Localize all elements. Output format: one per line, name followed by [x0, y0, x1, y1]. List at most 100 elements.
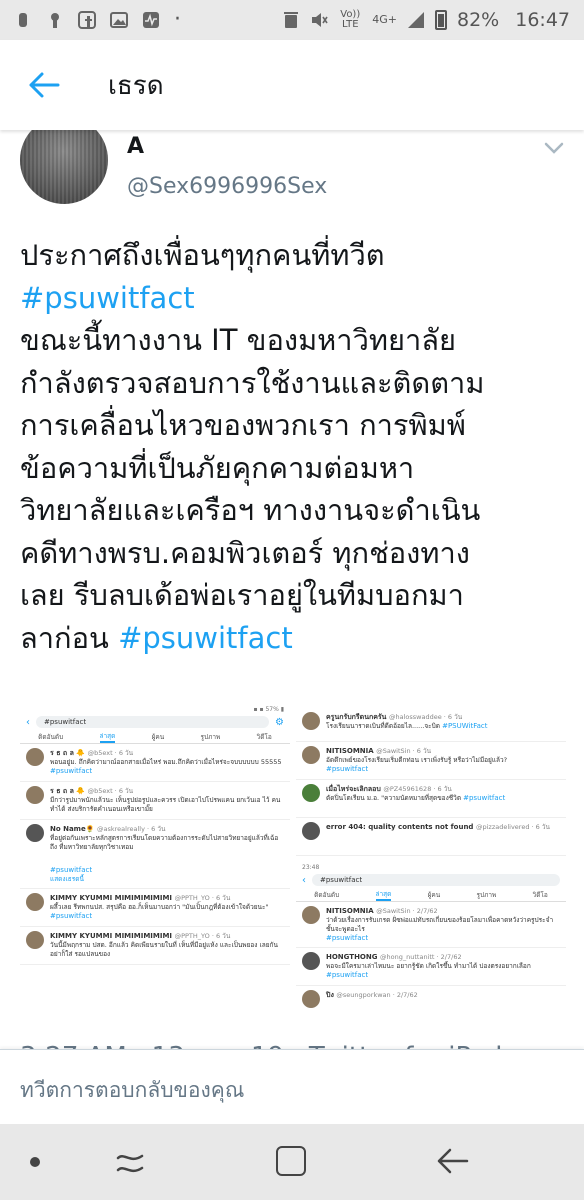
chevron-down-icon[interactable]: [542, 136, 566, 160]
hashtag-link[interactable]: #psuwitfact: [20, 281, 195, 315]
signal-icon: [408, 12, 424, 28]
mini-post-handle: @PZ45961628 · 6 วัน: [383, 785, 452, 793]
mini-post-text: พอจะมีใครมาเล่าไหมนะ อยากรู้ชัด เกิดใรขึ…: [326, 962, 531, 970]
battery-percent: 82%: [457, 9, 500, 31]
mini-post-name: NITISOMNIA: [326, 747, 374, 755]
mini-post-name: KIMMY KYUMMI MIMIMIMIMIMI: [50, 894, 173, 902]
mini-search-bar: ‹ #psuwitfact ⚙: [20, 714, 290, 730]
mini-post-name: ร ธ ถ ล 🐥: [50, 787, 86, 795]
reply-composer[interactable]: ทวีตการตอบกลับของคุณ: [0, 1049, 584, 1124]
mini-tab: วิดีโอ: [256, 732, 272, 741]
mini-tabs: ติดอันดับ ล่าสุด ผู้คน รูปภาพ วิดีโอ: [20, 730, 290, 744]
mini-post: #psuwitfact แสดงเธรดนี้: [20, 862, 290, 889]
hashtag-link[interactable]: #psuwitfact: [118, 621, 293, 655]
mini-post: KIMMY KYUMMI MIMIMIMIMIMI @PPTH_YO · 6 ว…: [20, 889, 290, 927]
back-arrow-icon[interactable]: [436, 1146, 470, 1176]
reply-input-placeholder[interactable]: ทวีตการตอบกลับของคุณ: [20, 1074, 244, 1107]
status-bar: · Vo)) LTE 4G+ 82% 16:47: [0, 0, 584, 40]
home-button[interactable]: [276, 1146, 306, 1176]
mini-post-tag: #psuwitfact: [326, 971, 369, 979]
mini-avatar: [302, 784, 320, 802]
mini-post: HONGTHONG @hong_nuttanitt · 2/7/62 พอจะม…: [296, 948, 566, 986]
mini-post-handle: @PPTH_YO · 6 วัน: [174, 932, 231, 940]
mini-post-tag: #psuwitfact: [326, 934, 369, 942]
facebook-icon: [78, 11, 96, 29]
mini-post: NITISOMNIA @SawitSin · 6 วัน อัดดึกเพย์ข…: [296, 742, 566, 780]
app-header: เธรด: [0, 40, 584, 130]
mini-show-thread: แสดงเธรดนี้: [50, 875, 84, 883]
gallery-icon: [110, 12, 128, 28]
mini-post-handle: @SawitSin · 6 วัน: [376, 747, 432, 755]
mini-statusbar: ▪ ▪ 57% ▮: [253, 706, 285, 713]
tweet-text: ประกาศถึงเพื่อนๆทุกคนที่ทวีต #psuwitfact…: [20, 234, 570, 659]
mini-post-text: ผลึ้วเลย รีทพกนปส. สรุปคือ ฮอ.ก็เห็นมาบอ…: [50, 903, 269, 911]
media-image-3[interactable]: #psuwitfact แสดงเธรดนี้ KIMMY KYUMMI MIM…: [20, 862, 290, 1012]
mini-tab: รูปภาพ: [476, 890, 497, 899]
user-handle[interactable]: @Sex6996996Sex: [127, 174, 327, 199]
mini-tab: ล่าสุด: [99, 731, 116, 743]
mini-search-query: #psuwitfact: [36, 716, 270, 728]
arrow-left-icon: ‹: [26, 716, 30, 728]
display-name[interactable]: A: [127, 134, 144, 159]
avatar[interactable]: [20, 130, 108, 204]
mini-avatar: [26, 786, 44, 804]
mini-post-tag: #psuwitfact: [326, 765, 369, 773]
volte-indicator: Vo)) LTE: [340, 9, 361, 30]
mini-avatar: [302, 746, 320, 764]
mini-post-name: ร ธ ถ ล 🐥: [50, 749, 86, 757]
media-grid[interactable]: ▪ ▪ 57% ▮ ‹ #psuwitfact ⚙ ติดอันดับ ล่าส…: [20, 704, 566, 1012]
mini-post-handle: @SawitSin · 2/7/62: [376, 907, 438, 915]
notification-icon: [19, 13, 27, 27]
mini-tab: ติดอันดับ: [38, 732, 64, 741]
mini-post: No Name🌻 @askrealreally · 6 วัน ที่อยู่ต…: [20, 820, 290, 856]
mini-post-handle: @b5ext · 6 วัน: [87, 749, 134, 757]
mini-post-text: ว่าด้วยเรื่องการรับเกรด ฝั่ซพ่อแม่ทับรถเ…: [326, 916, 554, 933]
mini-post-name: เมื่อไหร่จะเลิกลอบ: [326, 785, 381, 793]
mini-tab: ล่าสุด: [375, 889, 392, 901]
mini-post-handle: @hong_nuttanitt · 2/7/62: [380, 953, 462, 961]
battery-icon: [435, 10, 447, 30]
mini-avatar: [302, 990, 320, 1008]
mini-avatar: [26, 824, 44, 842]
clock: 16:47: [515, 9, 570, 31]
dot-icon[interactable]: [30, 1157, 40, 1167]
media-image-4[interactable]: 23:48 ‹ #psuwitfact ติดอันดับ ล่าสุด ผู้…: [296, 862, 566, 1012]
mini-post-text: มีกว่ารูปมาพนักแล้วนะ เห็นรูปย่อรูปและคว…: [50, 796, 281, 813]
network-indicator: 4G+: [372, 13, 397, 26]
tweet-line-1: ประกาศถึงเพื่อนๆทุกคนที่ทวีต: [20, 238, 385, 272]
mini-post-name: ปิง: [326, 991, 334, 999]
mini-post-text: ตัดปิ่นโตเรียน ม.อ. "ความนัดหมายที่สุดขอ…: [326, 794, 506, 802]
mini-post-name: KIMMY KYUMMI MIMIMIMIMIMI: [50, 932, 173, 940]
mini-post-handle: @b5ext · 6 วัน: [87, 787, 134, 795]
mini-tab: ติดอันดับ: [314, 890, 340, 899]
mini-avatar: [302, 952, 320, 970]
mini-post-handle: @halosswaddee · 6 วัน: [389, 713, 463, 721]
mini-avatar: [302, 712, 320, 730]
recent-apps-icon[interactable]: [114, 1148, 146, 1178]
arrow-left-icon: ‹: [302, 874, 306, 886]
mini-post-tag: #psuwitfact: [50, 866, 93, 874]
mini-post-handle: @askrealreally · 6 วัน: [97, 825, 166, 833]
mini-avatar: [26, 748, 44, 766]
mini-post: ครูนกรับกรีดนกครัน @halosswaddee · 6 วัน…: [296, 704, 566, 742]
activity-icon: [143, 12, 159, 28]
mini-post-name: No Name🌻: [50, 825, 95, 833]
media-image-1[interactable]: ▪ ▪ 57% ▮ ‹ #psuwitfact ⚙ ติดอันดับ ล่าส…: [20, 704, 290, 856]
mini-post-handle: @seungporkwan · 2/7/62: [336, 991, 418, 999]
grid-divider: [20, 856, 566, 862]
mini-avatar: [26, 931, 44, 949]
mini-post-text: พอนอยู่ม. ถึกคิดว่ามาณ์ออกสายเมื่อไหร่ พ…: [50, 758, 282, 775]
mini-post-text: ที่อยู่ต่อกันเพราะหลักสูตรการเรียนโดยควา…: [50, 834, 279, 851]
arrow-left-icon[interactable]: [28, 71, 60, 99]
mini-avatar: [26, 893, 44, 911]
mini-post-name: error 404: quality contents not found: [326, 823, 474, 831]
mini-post: เมื่อไหร่จะเลิกลอบ @PZ45961628 · 6 วัน ต…: [296, 780, 566, 818]
mini-post-text: โรงเรียนนาราดเบินที่ดีดอ้อยไล......จะบิด…: [326, 722, 488, 730]
media-image-2[interactable]: ครูนกรับกรีดนกครัน @halosswaddee · 6 วัน…: [296, 704, 566, 856]
mini-search-bar: ‹ #psuwitfact: [296, 872, 566, 888]
tweet-detail: A @Sex6996996Sex ประกาศถึงเพื่อนๆทุกคนที…: [0, 130, 584, 1065]
mini-search-query: #psuwitfact: [312, 874, 560, 886]
mini-post-handle: @pizzadelivered · 6 วัน: [475, 823, 550, 831]
mini-tab: วิดีโอ: [532, 890, 548, 899]
keyhole-icon: [51, 13, 59, 28]
